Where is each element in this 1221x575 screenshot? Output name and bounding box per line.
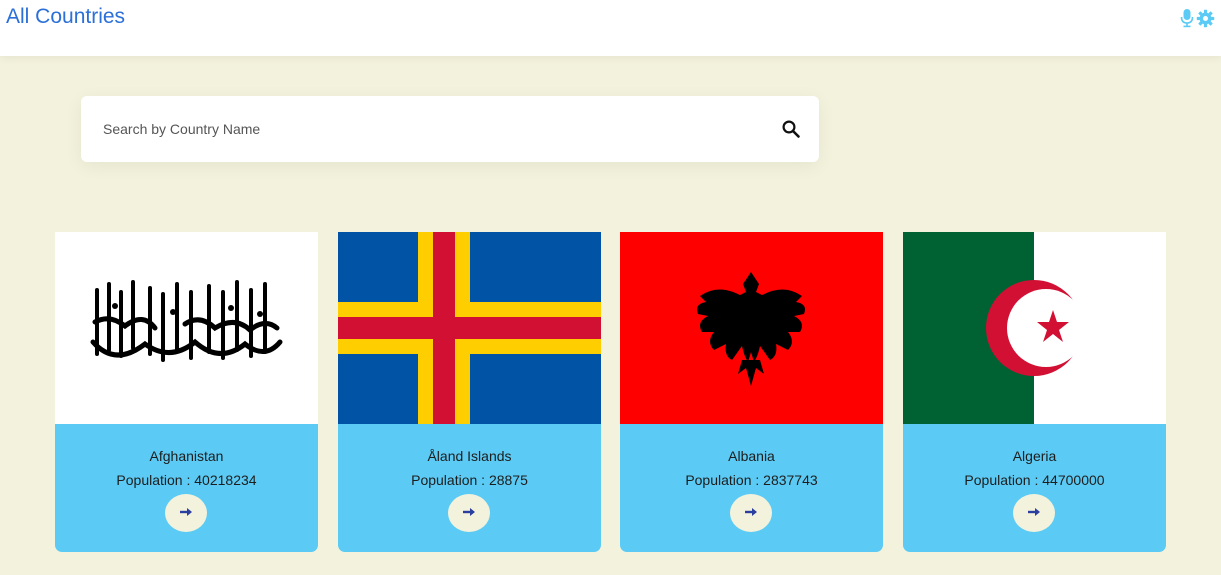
population-value: 28875 bbox=[488, 472, 528, 488]
flag-image bbox=[55, 232, 318, 424]
search-input[interactable] bbox=[101, 116, 745, 142]
country-info: Albania Population : 2837743 bbox=[620, 424, 883, 552]
population-row: Population : 28875 bbox=[338, 472, 601, 488]
population-label: Population : bbox=[685, 472, 764, 488]
population-row: Population : 40218234 bbox=[55, 472, 318, 488]
app-header: All Countries bbox=[0, 0, 1221, 56]
country-info: Afghanistan Population : 40218234 bbox=[55, 424, 318, 552]
country-name: Afghanistan bbox=[149, 448, 224, 464]
population-value: 2837743 bbox=[763, 472, 818, 488]
details-button[interactable] bbox=[448, 494, 490, 532]
flag-image bbox=[903, 232, 1166, 424]
country-info: Åland Islands Population : 28875 bbox=[338, 424, 601, 552]
population-row: Population : 2837743 bbox=[620, 472, 883, 488]
microphone-icon[interactable] bbox=[1180, 8, 1194, 28]
search-icon[interactable] bbox=[781, 119, 801, 144]
country-name: Algeria bbox=[1012, 448, 1057, 464]
flag-image bbox=[338, 571, 601, 575]
country-card[interactable]: Afghanistan Population : 40218234 bbox=[55, 232, 318, 552]
arrow-right-icon bbox=[744, 504, 758, 522]
country-info: Algeria Population : 44700000 bbox=[903, 424, 1166, 552]
population-value: 44700000 bbox=[1042, 472, 1105, 488]
population-value: 40218234 bbox=[194, 472, 257, 488]
population-row: Population : 44700000 bbox=[903, 472, 1166, 488]
flag-image bbox=[55, 571, 318, 575]
country-name: Albania bbox=[728, 448, 775, 464]
population-label: Population : bbox=[411, 472, 489, 488]
country-card[interactable]: Åland Islands Population : 28875 bbox=[338, 232, 601, 552]
country-name: Åland Islands bbox=[427, 448, 512, 464]
arrow-right-icon bbox=[462, 504, 476, 522]
population-label: Population : bbox=[964, 472, 1043, 488]
search-bar bbox=[81, 96, 819, 162]
header-actions bbox=[1180, 8, 1215, 28]
details-button[interactable] bbox=[1013, 494, 1055, 532]
arrow-right-icon bbox=[1027, 504, 1041, 522]
gear-icon[interactable] bbox=[1196, 9, 1215, 28]
population-label: Population : bbox=[116, 472, 195, 488]
flag-image bbox=[903, 571, 1166, 575]
details-button[interactable] bbox=[165, 494, 207, 532]
country-card[interactable]: Albania Population : 2837743 bbox=[620, 232, 883, 552]
flag-image bbox=[620, 232, 883, 424]
flag-image bbox=[620, 571, 883, 575]
arrow-right-icon bbox=[179, 504, 193, 522]
page-title: All Countries bbox=[6, 5, 126, 28]
flag-image bbox=[338, 232, 601, 424]
details-button[interactable] bbox=[730, 494, 772, 532]
country-card[interactable]: Algeria Population : 44700000 bbox=[903, 232, 1166, 552]
